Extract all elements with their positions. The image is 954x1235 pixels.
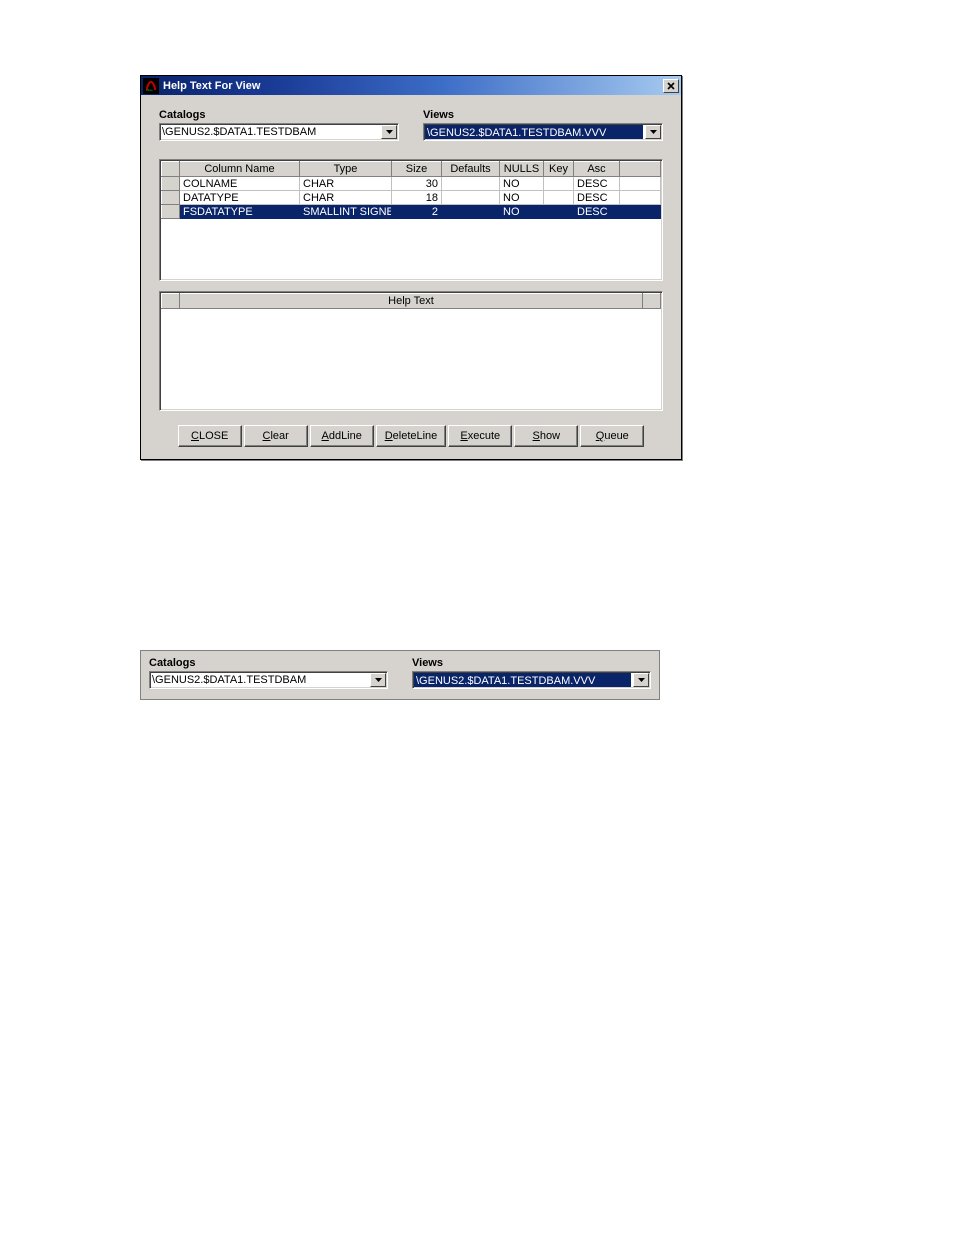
helptext-header[interactable]: Help Text <box>180 294 643 309</box>
chevron-down-icon[interactable] <box>645 125 661 139</box>
helptext-rowhdr[interactable] <box>162 294 180 309</box>
col-rowhdr[interactable] <box>162 162 180 177</box>
table-row[interactable]: COLNAMECHAR30NODESC <box>162 177 661 191</box>
columns-grid-empty-area[interactable] <box>161 219 661 279</box>
helptext-grid[interactable]: Help Text <box>159 291 663 411</box>
col-size[interactable]: Size <box>392 162 442 177</box>
show-button[interactable]: Show <box>514 425 578 447</box>
catalogs-views-snippet: Catalogs Views \GENUS2.$DATA1.TESTDBAM.V… <box>140 650 660 700</box>
execute-button[interactable]: Execute <box>448 425 512 447</box>
client-area: Catalogs Views \GENUS2.$DATA1.TESTDBAM.V… <box>141 95 681 459</box>
helptext-tail <box>643 294 661 309</box>
views-label-2: Views <box>412 657 651 669</box>
columns-grid[interactable]: Column Name Type Size Defaults NULLS Key… <box>159 159 663 281</box>
svg-text:xxxx: xxxx <box>146 88 153 92</box>
addline-button[interactable]: AddLine <box>310 425 374 447</box>
catalogs-input-2[interactable] <box>150 672 369 688</box>
col-tail <box>620 162 661 177</box>
views-combo[interactable]: \GENUS2.$DATA1.TESTDBAM.VVV <box>423 123 663 141</box>
chevron-down-icon[interactable] <box>381 125 397 139</box>
close-icon[interactable] <box>663 79 679 93</box>
catalogs-combo[interactable] <box>159 123 399 141</box>
window-title: Help Text For View <box>163 80 663 92</box>
views-combo-2[interactable]: \GENUS2.$DATA1.TESTDBAM.VVV <box>412 671 651 689</box>
chevron-down-icon[interactable] <box>633 673 649 687</box>
deleteline-button[interactable]: DeleteLine <box>376 425 447 447</box>
catalogs-label-2: Catalogs <box>149 657 388 669</box>
titlebar[interactable]: xxxx Help Text For View <box>141 76 681 95</box>
col-nulls[interactable]: NULLS <box>500 162 544 177</box>
help-text-view-window: xxxx Help Text For View Catalogs <box>140 75 682 460</box>
views-label: Views <box>423 109 663 121</box>
table-row[interactable]: DATATYPECHAR18NODESC <box>162 191 661 205</box>
close-button[interactable]: CLOSE <box>178 425 242 447</box>
catalogs-combo-2[interactable] <box>149 671 388 689</box>
col-defaults[interactable]: Defaults <box>442 162 500 177</box>
views-value[interactable]: \GENUS2.$DATA1.TESTDBAM.VVV <box>425 125 643 139</box>
columns-header-row: Column Name Type Size Defaults NULLS Key… <box>162 162 661 177</box>
col-name[interactable]: Column Name <box>180 162 300 177</box>
catalogs-label: Catalogs <box>159 109 399 121</box>
table-row[interactable]: FSDATATYPESMALLINT SIGNE2NODESC <box>162 205 661 219</box>
col-type[interactable]: Type <box>300 162 392 177</box>
queue-button[interactable]: Queue <box>580 425 644 447</box>
views-value-2[interactable]: \GENUS2.$DATA1.TESTDBAM.VVV <box>414 673 631 687</box>
chevron-down-icon[interactable] <box>370 673 386 687</box>
col-key[interactable]: Key <box>544 162 574 177</box>
col-asc[interactable]: Asc <box>574 162 620 177</box>
clear-button[interactable]: Clear <box>244 425 308 447</box>
helptext-grid-empty-area[interactable] <box>161 309 661 409</box>
button-bar: CLOSE Clear AddLine DeleteLine Execute S… <box>159 425 663 447</box>
catalogs-input[interactable] <box>160 124 380 140</box>
app-icon: xxxx <box>143 78 159 94</box>
